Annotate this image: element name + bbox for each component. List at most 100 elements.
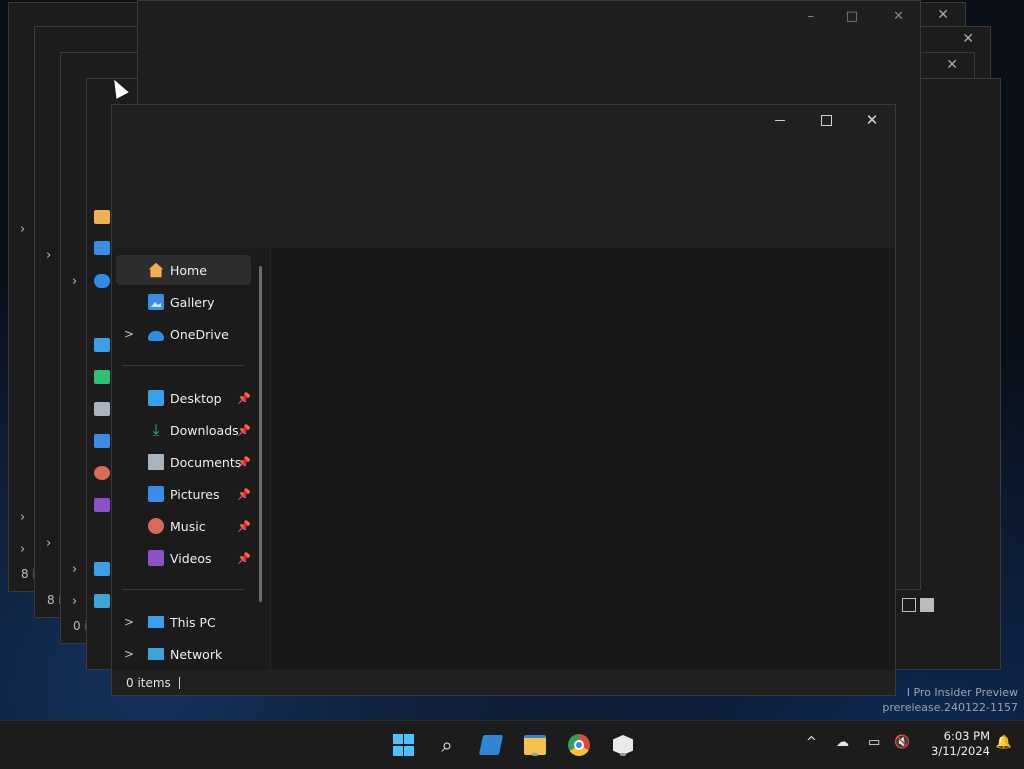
- nav-item-home[interactable]: Home: [116, 255, 251, 285]
- running-indicator: [532, 753, 538, 756]
- nav-item-this-pc[interactable]: > This PC: [116, 607, 251, 637]
- search-button[interactable]: ⌕: [433, 731, 461, 759]
- pictures-icon: [148, 486, 164, 502]
- app-icon: [478, 735, 504, 755]
- nav-item-label: Network: [170, 646, 223, 662]
- nav-item-onedrive[interactable]: > OneDrive: [116, 319, 251, 349]
- nav-item-label: Home: [170, 262, 207, 278]
- watermark-build: prerelease.240122-1157: [882, 701, 1018, 714]
- nav-divider: [122, 365, 244, 366]
- minimize-icon[interactable]: –: [808, 9, 815, 24]
- start-button[interactable]: [389, 731, 417, 759]
- nav-item-label: OneDrive: [170, 326, 229, 342]
- title-bar[interactable]: ✕: [112, 105, 895, 141]
- close-icon: ✕: [865, 111, 879, 129]
- file-explorer-icon: [524, 735, 546, 755]
- clock[interactable]: 6:03 PM 3/11/2024: [931, 729, 990, 759]
- details-view-icon[interactable]: [902, 598, 916, 612]
- search-icon: ⌕: [441, 733, 453, 757]
- onedrive-icon: [148, 331, 164, 341]
- chrome-taskbar-button[interactable]: [565, 731, 593, 759]
- volume-muted-icon[interactable]: 🔇: [894, 735, 910, 750]
- close-icon[interactable]: ✕: [893, 9, 904, 24]
- file-explorer-taskbar-button[interactable]: [521, 731, 549, 759]
- tiles-view-icon[interactable]: [920, 598, 934, 612]
- windows-logo-icon: [392, 733, 414, 757]
- chevron-right-icon[interactable]: ›: [46, 248, 51, 263]
- home-icon: [94, 210, 110, 224]
- notification-bell-icon[interactable]: 🔔: [996, 735, 1012, 750]
- nav-item-label: Pictures: [170, 486, 220, 502]
- documents-icon: [94, 402, 110, 416]
- chevron-right-icon[interactable]: ›: [20, 222, 25, 237]
- onedrive-offline-icon[interactable]: ☁: [836, 735, 849, 750]
- nav-item-label: Gallery: [170, 294, 215, 310]
- desktop-icon: [94, 338, 110, 352]
- close-button[interactable]: ✕: [849, 105, 895, 135]
- onedrive-icon: [94, 274, 110, 288]
- nav-item-label: This PC: [170, 614, 216, 630]
- pin-icon[interactable]: 📌: [237, 392, 251, 405]
- nav-item-documents[interactable]: Documents 📌: [116, 447, 251, 477]
- home-icon: [148, 262, 164, 278]
- nav-item-network[interactable]: > Network: [116, 639, 251, 669]
- pin-icon[interactable]: 📌: [237, 552, 251, 565]
- chevron-right-icon[interactable]: ›: [20, 510, 25, 525]
- chevron-right-icon[interactable]: ›: [20, 542, 25, 557]
- nav-item-downloads[interactable]: ⤓ Downloads 📌: [116, 415, 251, 445]
- pin-icon[interactable]: 📌: [237, 520, 251, 533]
- chrome-icon: [568, 734, 590, 756]
- close-icon[interactable]: ✕: [962, 31, 974, 47]
- nav-item-label: Videos: [170, 550, 212, 566]
- desktop-icon: [148, 390, 164, 406]
- file-explorer-window: ✕ Home Gallery > OneDrive Desktop 📌 ⤓ Do…: [111, 104, 896, 696]
- nav-divider: [122, 589, 244, 590]
- close-icon[interactable]: ✕: [937, 7, 949, 23]
- maximize-button[interactable]: [803, 105, 849, 135]
- status-bar: 0 items: [112, 670, 895, 695]
- chevron-right-icon[interactable]: >: [122, 615, 136, 629]
- running-indicator: [620, 753, 626, 756]
- music-icon: [94, 466, 110, 480]
- close-icon[interactable]: ✕: [946, 57, 958, 73]
- minimize-button[interactable]: [757, 105, 803, 135]
- nav-item-gallery[interactable]: Gallery: [116, 287, 251, 317]
- documents-icon: [148, 454, 164, 470]
- downloads-icon: [94, 370, 110, 384]
- downloads-icon: ⤓: [152, 420, 160, 439]
- nav-item-desktop[interactable]: Desktop 📌: [116, 383, 251, 413]
- chevron-right-icon[interactable]: ›: [72, 274, 77, 289]
- nav-item-label: Documents: [170, 454, 242, 470]
- chevron-up-icon[interactable]: ^: [806, 735, 817, 750]
- pin-icon[interactable]: 📌: [237, 488, 251, 501]
- nav-item-music[interactable]: Music 📌: [116, 511, 251, 541]
- view-toggle: [902, 598, 934, 612]
- maximize-icon[interactable]: □: [846, 9, 858, 24]
- navigation-pane: Home Gallery > OneDrive Desktop 📌 ⤓ Down…: [112, 248, 270, 672]
- this-pc-icon: [148, 616, 164, 628]
- nav-item-label: Downloads: [170, 422, 239, 438]
- taskbar-app-button[interactable]: [477, 731, 505, 759]
- nav-item-videos[interactable]: Videos 📌: [116, 543, 251, 573]
- clock-time: 6:03 PM: [943, 729, 990, 743]
- file-list-pane[interactable]: [270, 248, 895, 672]
- music-icon: [148, 518, 164, 534]
- taskbar: ⌕ ^ ☁ ▭ 🔇 6:03 PM 3/11/2024 🔔: [0, 720, 1024, 769]
- gallery-icon: [94, 241, 110, 255]
- nav-item-label: Desktop: [170, 390, 222, 406]
- chevron-right-icon[interactable]: ›: [72, 594, 77, 609]
- network-status-icon[interactable]: ▭: [868, 735, 880, 750]
- watermark-edition: I Pro Insider Preview: [906, 686, 1018, 699]
- nav-item-pictures[interactable]: Pictures 📌: [116, 479, 251, 509]
- package-taskbar-button[interactable]: [609, 731, 637, 759]
- pin-icon[interactable]: 📌: [237, 456, 251, 469]
- nav-scrollbar[interactable]: [259, 266, 262, 602]
- status-divider: [178, 676, 180, 689]
- package-icon: [613, 735, 633, 755]
- chevron-right-icon[interactable]: ›: [46, 536, 51, 551]
- nav-item-label: Music: [170, 518, 206, 534]
- chevron-right-icon[interactable]: ›: [72, 562, 77, 577]
- chevron-right-icon[interactable]: >: [122, 327, 136, 341]
- pin-icon[interactable]: 📌: [237, 424, 251, 437]
- chevron-right-icon[interactable]: >: [122, 647, 136, 661]
